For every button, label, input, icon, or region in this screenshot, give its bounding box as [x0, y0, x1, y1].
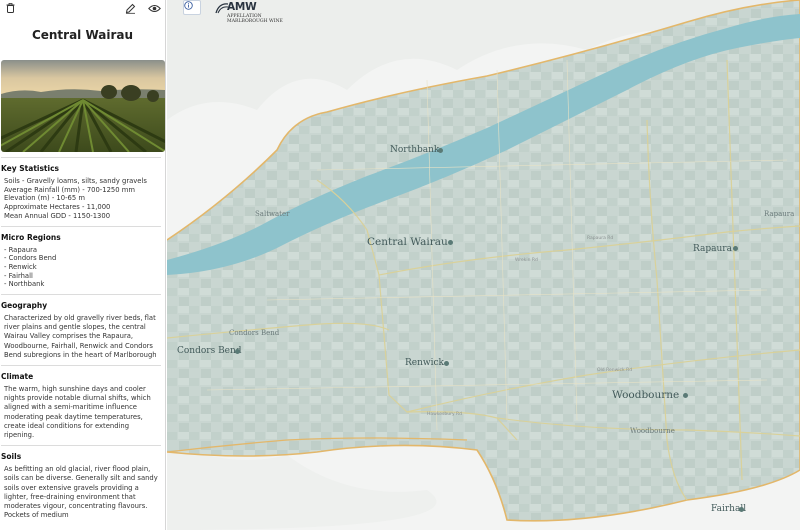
divider	[1, 445, 161, 447]
climate-title: Climate	[1, 372, 34, 382]
stat-elevation: Elevation (m) - 10-65 m	[4, 194, 85, 203]
minor-label-condors-bend: Condors Bend	[229, 329, 280, 337]
list-item: - Renwick	[4, 262, 37, 271]
place-label-central-wairau[interactable]: Central Wairau	[367, 236, 448, 248]
info-icon	[184, 1, 193, 10]
place-marker-northbank[interactable]	[438, 148, 443, 153]
panel-toolbar	[0, 0, 165, 18]
logo-subtitle: APPELLATION MARLBOROUGH WINE	[227, 14, 283, 24]
divider	[1, 225, 161, 227]
divider	[1, 157, 161, 158]
key-statistics-section: Key Statistics Soils - Gravelly loams, s…	[0, 157, 165, 221]
soils-text: As befitting an old glacial, river flood…	[4, 465, 158, 520]
map-view[interactable]: AMW APPELLATION MARLBOROUGH WINE Northba…	[167, 0, 800, 530]
vineyard-photo	[1, 60, 165, 152]
place-label-condors-bend[interactable]: Condors Bend	[177, 346, 242, 356]
road-label-old-renwick-rd: Old Renwick Rd	[597, 368, 633, 373]
micro-regions-title: Micro Regions	[1, 232, 61, 242]
key-statistics-title: Key Statistics	[1, 164, 60, 173]
micro-regions-section: Micro Regions - Rapaura - Condors Bend -…	[0, 225, 165, 290]
logo-text: AMW	[227, 1, 257, 13]
minor-label-west: Saltwater	[255, 210, 290, 218]
geography-text: Characterized by old gravelly river beds…	[4, 314, 157, 359]
list-item: - Rapaura	[4, 245, 38, 254]
road-label-wrekin-rd: Wrekin Rd	[515, 258, 538, 263]
pencil-icon[interactable]	[123, 1, 137, 15]
stat-rainfall: Average Rainfall (mm) - 700-1250 mm	[4, 185, 135, 194]
place-label-northbank[interactable]: Northbank	[390, 145, 439, 155]
place-marker-woodbourne[interactable]	[683, 393, 688, 398]
minor-label-rapaura: Rapaura	[764, 210, 795, 218]
panel-title: Central Wairau	[31, 28, 134, 42]
trash-icon[interactable]	[3, 1, 17, 15]
place-marker-renwick[interactable]	[444, 361, 449, 366]
place-label-rapaura[interactable]: Rapaura	[693, 244, 732, 254]
side-panel: Central Wairau Key Statistics Soils - Gr…	[0, 0, 166, 530]
road-label-rapaura-rd: Rapaura Rd	[587, 236, 614, 241]
list-item: - Fairhall	[4, 271, 33, 280]
place-label-woodbourne[interactable]: Woodbourne	[612, 389, 679, 401]
geography-title: Geography	[1, 301, 48, 311]
place-label-renwick[interactable]: Renwick	[405, 358, 444, 368]
divider	[1, 365, 161, 367]
soils-title: Soils	[1, 452, 22, 462]
list-item: - Condors Bend	[4, 254, 57, 263]
map-canvas[interactable]	[167, 0, 800, 530]
climate-section: Climate The warm, high sunshine days and…	[0, 365, 165, 440]
minor-label-woodbourne: Woodbourne	[630, 427, 675, 435]
climate-text: The warm, high sunshine days and cooler …	[4, 385, 151, 440]
list-item: - Northbank	[4, 280, 45, 289]
road-label-hawkesbury-rd: Hawkesbury Rd	[427, 412, 463, 417]
geography-section: Geography Characterized by old gravelly …	[0, 294, 165, 360]
stat-hectares: Approximate Hectares - 11,000	[4, 203, 111, 212]
eye-icon[interactable]	[147, 1, 161, 15]
soils-section: Soils As befitting an old glacial, river…	[0, 445, 165, 520]
stat-soils: Soils - Gravelly loams, silts, sandy gra…	[4, 177, 147, 185]
divider	[1, 294, 161, 296]
place-marker-rapaura[interactable]	[733, 246, 738, 251]
stat-gdd: Mean Annual GDD - 1150-1300	[4, 211, 111, 220]
info-button[interactable]	[183, 0, 201, 15]
place-marker-central-wairau[interactable]	[448, 240, 453, 245]
place-marker-fairhall[interactable]	[739, 507, 744, 512]
place-marker-condors-bend[interactable]	[235, 349, 240, 354]
